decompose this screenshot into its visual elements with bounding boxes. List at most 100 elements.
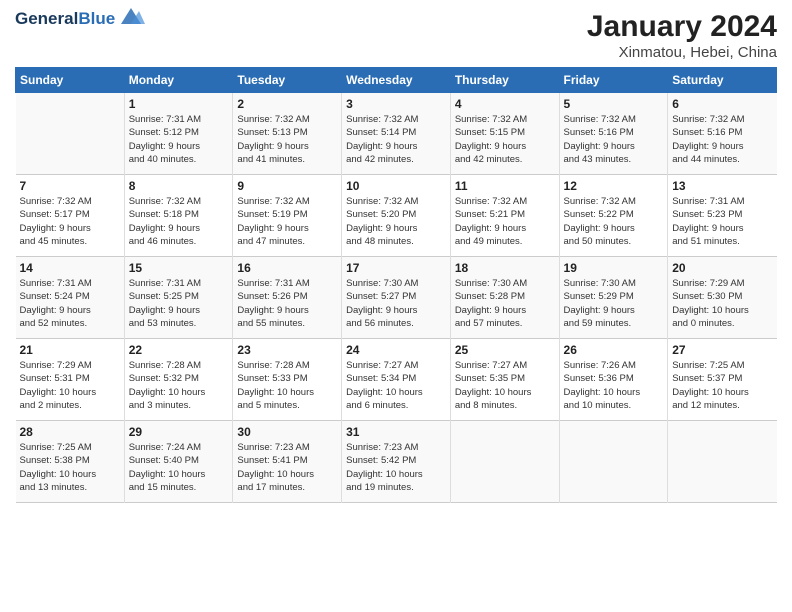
calendar-cell: 4 Sunrise: 7:32 AM Sunset: 5:15 PM Daylig…: [450, 93, 559, 175]
week-row-3: 14Sunrise: 7:31 AM Sunset: 5:24 PM Dayli…: [16, 257, 777, 339]
day-number: 11: [455, 179, 555, 193]
day-info: Sunrise: 7:23 AM Sunset: 5:41 PM Dayligh…: [237, 441, 337, 494]
day-number: 3: [346, 97, 446, 111]
day-number: 22: [129, 343, 229, 357]
day-info: Sunrise: 7:23 AM Sunset: 5:42 PM Dayligh…: [346, 441, 446, 494]
day-info: Sunrise: 7:31 AM Sunset: 5:24 PM Dayligh…: [20, 277, 120, 330]
day-number: 20: [672, 261, 772, 275]
calendar-cell: 10 Sunrise: 7:32 AM Sunset: 5:20 PM Dayli…: [342, 175, 451, 257]
logo: GeneralBlue: [15, 10, 145, 29]
calendar-cell: 14Sunrise: 7:31 AM Sunset: 5:24 PM Dayli…: [16, 257, 125, 339]
day-info: Sunrise: 7:31 AM Sunset: 5:26 PM Dayligh…: [237, 277, 337, 330]
calendar-cell: 17 Sunrise: 7:30 AM Sunset: 5:27 PM Dayli…: [342, 257, 451, 339]
column-header-friday: Friday: [559, 68, 668, 93]
calendar-cell: 13 Sunrise: 7:31 AM Sunset: 5:23 PM Dayli…: [668, 175, 777, 257]
column-header-saturday: Saturday: [668, 68, 777, 93]
day-number: 18: [455, 261, 555, 275]
calendar-body: 1Sunrise: 7:31 AM Sunset: 5:12 PM Daylig…: [16, 93, 777, 503]
calendar-cell: 7Sunrise: 7:32 AM Sunset: 5:17 PM Daylig…: [16, 175, 125, 257]
calendar-cell: 29 Sunrise: 7:24 AM Sunset: 5:40 PM Dayli…: [124, 421, 233, 503]
title-block: January 2024 Xinmatou, Hebei, China: [587, 10, 777, 61]
week-row-2: 7Sunrise: 7:32 AM Sunset: 5:17 PM Daylig…: [16, 175, 777, 257]
day-number: 24: [346, 343, 446, 357]
calendar-cell: 6 Sunrise: 7:32 AM Sunset: 5:16 PM Daylig…: [668, 93, 777, 175]
calendar-cell: 25 Sunrise: 7:27 AM Sunset: 5:35 PM Dayli…: [450, 339, 559, 421]
day-info: Sunrise: 7:25 AM Sunset: 5:37 PM Dayligh…: [672, 359, 772, 412]
day-number: 10: [346, 179, 446, 193]
day-info: Sunrise: 7:32 AM Sunset: 5:16 PM Dayligh…: [564, 113, 664, 166]
calendar-cell: [668, 421, 777, 503]
day-number: 1: [129, 97, 229, 111]
day-number: 12: [564, 179, 664, 193]
day-info: Sunrise: 7:32 AM Sunset: 5:14 PM Dayligh…: [346, 113, 446, 166]
day-info: Sunrise: 7:27 AM Sunset: 5:35 PM Dayligh…: [455, 359, 555, 412]
subtitle: Xinmatou, Hebei, China: [587, 44, 777, 61]
day-info: Sunrise: 7:31 AM Sunset: 5:23 PM Dayligh…: [672, 195, 772, 248]
logo-general: General: [15, 9, 78, 28]
day-info: Sunrise: 7:24 AM Sunset: 5:40 PM Dayligh…: [129, 441, 229, 494]
day-info: Sunrise: 7:31 AM Sunset: 5:25 PM Dayligh…: [129, 277, 229, 330]
calendar-cell: 16 Sunrise: 7:31 AM Sunset: 5:26 PM Dayli…: [233, 257, 342, 339]
header: GeneralBlue January 2024 Xinmatou, Hebei…: [15, 10, 777, 61]
day-number: 6: [672, 97, 772, 111]
calendar-cell: 24Sunrise: 7:27 AM Sunset: 5:34 PM Dayli…: [342, 339, 451, 421]
day-info: Sunrise: 7:32 AM Sunset: 5:22 PM Dayligh…: [564, 195, 664, 248]
day-number: 25: [455, 343, 555, 357]
page-container: GeneralBlue January 2024 Xinmatou, Hebei…: [0, 0, 792, 513]
day-number: 29: [129, 425, 229, 439]
day-info: Sunrise: 7:29 AM Sunset: 5:30 PM Dayligh…: [672, 277, 772, 330]
calendar-cell: 26 Sunrise: 7:26 AM Sunset: 5:36 PM Dayli…: [559, 339, 668, 421]
day-number: 9: [237, 179, 337, 193]
week-row-4: 21Sunrise: 7:29 AM Sunset: 5:31 PM Dayli…: [16, 339, 777, 421]
calendar-cell: 3 Sunrise: 7:32 AM Sunset: 5:14 PM Daylig…: [342, 93, 451, 175]
day-info: Sunrise: 7:30 AM Sunset: 5:27 PM Dayligh…: [346, 277, 446, 330]
day-info: Sunrise: 7:26 AM Sunset: 5:36 PM Dayligh…: [564, 359, 664, 412]
day-info: Sunrise: 7:32 AM Sunset: 5:18 PM Dayligh…: [129, 195, 229, 248]
day-number: 16: [237, 261, 337, 275]
calendar-cell: 18 Sunrise: 7:30 AM Sunset: 5:28 PM Dayli…: [450, 257, 559, 339]
calendar-cell: 1Sunrise: 7:31 AM Sunset: 5:12 PM Daylig…: [124, 93, 233, 175]
day-info: Sunrise: 7:32 AM Sunset: 5:15 PM Dayligh…: [455, 113, 555, 166]
column-header-monday: Monday: [124, 68, 233, 93]
day-info: Sunrise: 7:30 AM Sunset: 5:28 PM Dayligh…: [455, 277, 555, 330]
day-info: Sunrise: 7:32 AM Sunset: 5:13 PM Dayligh…: [237, 113, 337, 166]
calendar-cell: 11 Sunrise: 7:32 AM Sunset: 5:21 PM Dayli…: [450, 175, 559, 257]
day-number: 27: [672, 343, 772, 357]
column-header-sunday: Sunday: [16, 68, 125, 93]
day-info: Sunrise: 7:32 AM Sunset: 5:16 PM Dayligh…: [672, 113, 772, 166]
logo-icon: [117, 6, 145, 28]
day-number: 23: [237, 343, 337, 357]
day-number: 31: [346, 425, 446, 439]
calendar-cell: [16, 93, 125, 175]
day-number: 30: [237, 425, 337, 439]
calendar-cell: 9 Sunrise: 7:32 AM Sunset: 5:19 PM Daylig…: [233, 175, 342, 257]
day-number: 28: [20, 425, 120, 439]
day-number: 26: [564, 343, 664, 357]
calendar-table: SundayMondayTuesdayWednesdayThursdayFrid…: [15, 67, 777, 503]
calendar-cell: 2Sunrise: 7:32 AM Sunset: 5:13 PM Daylig…: [233, 93, 342, 175]
day-info: Sunrise: 7:32 AM Sunset: 5:17 PM Dayligh…: [20, 195, 120, 248]
day-info: Sunrise: 7:28 AM Sunset: 5:33 PM Dayligh…: [237, 359, 337, 412]
day-info: Sunrise: 7:32 AM Sunset: 5:20 PM Dayligh…: [346, 195, 446, 248]
day-number: 13: [672, 179, 772, 193]
day-number: 8: [129, 179, 229, 193]
day-info: Sunrise: 7:32 AM Sunset: 5:21 PM Dayligh…: [455, 195, 555, 248]
day-info: Sunrise: 7:28 AM Sunset: 5:32 PM Dayligh…: [129, 359, 229, 412]
calendar-cell: [450, 421, 559, 503]
column-header-tuesday: Tuesday: [233, 68, 342, 93]
calendar-cell: 12 Sunrise: 7:32 AM Sunset: 5:22 PM Dayli…: [559, 175, 668, 257]
calendar-cell: 28 Sunrise: 7:25 AM Sunset: 5:38 PM Dayli…: [16, 421, 125, 503]
day-number: 5: [564, 97, 664, 111]
day-number: 4: [455, 97, 555, 111]
calendar-cell: 15Sunrise: 7:31 AM Sunset: 5:25 PM Dayli…: [124, 257, 233, 339]
calendar-cell: 27 Sunrise: 7:25 AM Sunset: 5:37 PM Dayli…: [668, 339, 777, 421]
calendar-cell: 21Sunrise: 7:29 AM Sunset: 5:31 PM Dayli…: [16, 339, 125, 421]
day-number: 17: [346, 261, 446, 275]
day-info: Sunrise: 7:29 AM Sunset: 5:31 PM Dayligh…: [20, 359, 120, 412]
day-info: Sunrise: 7:25 AM Sunset: 5:38 PM Dayligh…: [20, 441, 120, 494]
main-title: January 2024: [587, 10, 777, 44]
day-info: Sunrise: 7:30 AM Sunset: 5:29 PM Dayligh…: [564, 277, 664, 330]
calendar-header: SundayMondayTuesdayWednesdayThursdayFrid…: [16, 68, 777, 93]
week-row-5: 28 Sunrise: 7:25 AM Sunset: 5:38 PM Dayli…: [16, 421, 777, 503]
day-info: Sunrise: 7:32 AM Sunset: 5:19 PM Dayligh…: [237, 195, 337, 248]
